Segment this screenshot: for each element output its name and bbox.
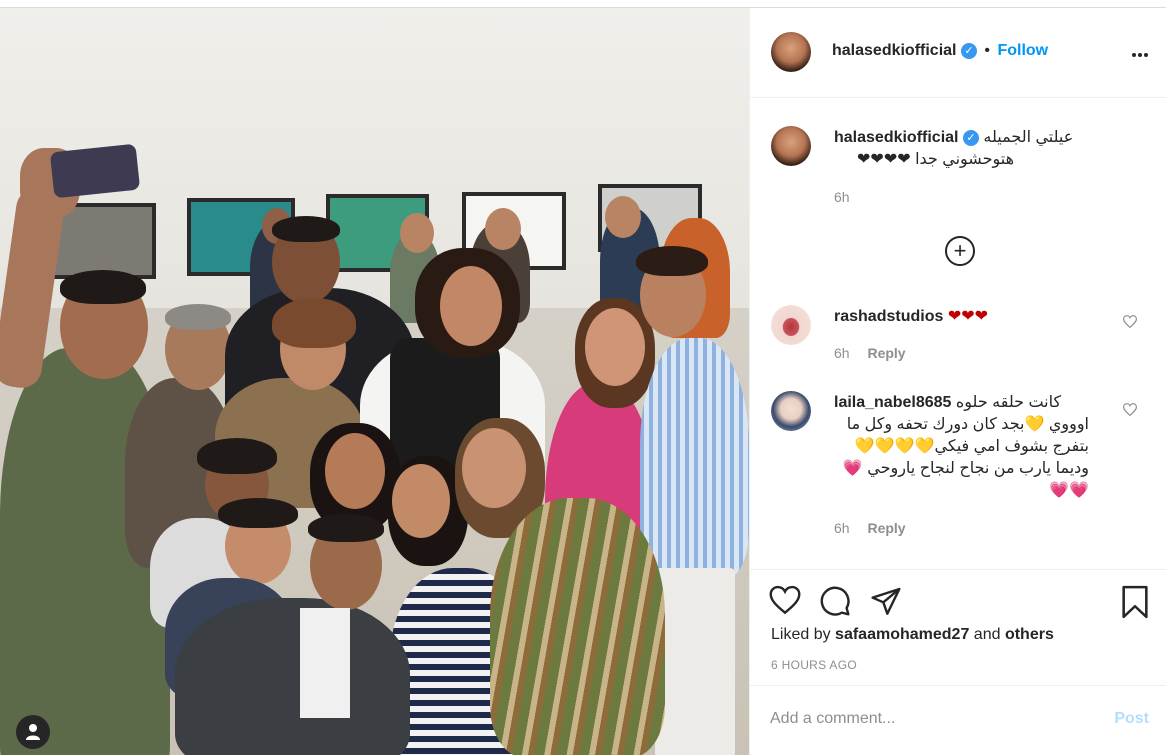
top-border bbox=[0, 0, 1166, 8]
commenter-avatar[interactable] bbox=[771, 391, 811, 431]
commenter-avatar[interactable] bbox=[771, 305, 811, 345]
comment-time[interactable]: 6h bbox=[834, 345, 850, 361]
caption-time[interactable]: 6h bbox=[834, 189, 850, 205]
reply-button[interactable]: Reply bbox=[867, 345, 905, 361]
post-header: halasedkiofficial ✓ • Follow bbox=[750, 8, 1166, 98]
comment-icon[interactable] bbox=[819, 585, 853, 619]
verified-badge-icon: ✓ bbox=[960, 42, 977, 59]
comment-meta: 6h Reply bbox=[834, 520, 906, 536]
liked-by-user[interactable]: safaamohamed27 bbox=[835, 626, 969, 643]
comment-text-line2: اوووي 💛بجد كان دورك تحفه وكل ما bbox=[846, 416, 1089, 433]
send-icon[interactable] bbox=[870, 585, 904, 619]
phone bbox=[49, 143, 141, 199]
author-avatar[interactable] bbox=[771, 32, 811, 72]
liked-by-and: and bbox=[973, 626, 1001, 643]
post-comment-button[interactable]: Post bbox=[1114, 710, 1149, 728]
comment-text-line4: وديما يارب من نجاح لنجاح ياروحي 💗 bbox=[842, 460, 1089, 477]
user-tag-icon[interactable] bbox=[16, 715, 50, 749]
separator-dot: • bbox=[984, 42, 991, 59]
liked-by-prefix: Liked by bbox=[771, 626, 831, 643]
caption-text-line1: عيلتي الجميله bbox=[983, 129, 1074, 146]
post-timestamp[interactable]: 6 HOURS AGO bbox=[771, 658, 857, 672]
caption-text-line2: هتوحشوني جدا ❤❤❤❤ bbox=[857, 151, 1014, 168]
caption-author-avatar[interactable] bbox=[771, 126, 811, 166]
comment-text-line1: كانت حلقه حلوه bbox=[955, 394, 1062, 411]
caption-author[interactable]: halasedkiofficial bbox=[834, 129, 959, 146]
like-comment-heart-icon[interactable] bbox=[1122, 403, 1138, 419]
liked-by-others[interactable]: others bbox=[1005, 626, 1054, 643]
liked-by: Liked by safaamohamed27 and others bbox=[771, 626, 1054, 644]
comment-meta: 6h Reply bbox=[834, 345, 906, 361]
heart-icon[interactable] bbox=[769, 585, 803, 619]
comment-time[interactable]: 6h bbox=[834, 520, 850, 536]
reply-button[interactable]: Reply bbox=[867, 520, 905, 536]
more-options-icon[interactable] bbox=[1131, 38, 1149, 64]
add-comment-bar: Add a comment... Post bbox=[750, 685, 1166, 756]
like-comment-heart-icon[interactable] bbox=[1122, 315, 1138, 331]
post-sidebar: halasedkiofficial ✓ • Follow halasedkiof… bbox=[749, 8, 1166, 755]
post-photo[interactable] bbox=[0, 8, 749, 755]
bookmark-icon[interactable] bbox=[1120, 585, 1154, 619]
comment-text-line3: بتفرج بشوف امي فيكي💛💛💛💛 bbox=[854, 438, 1089, 455]
comment-text: ❤❤❤ bbox=[947, 308, 989, 325]
commenter-username[interactable]: rashadstudios bbox=[834, 308, 943, 325]
load-more-comments-icon[interactable]: + bbox=[945, 236, 975, 266]
comment-text-line5: 💗💗 bbox=[1049, 482, 1089, 499]
follow-button[interactable]: Follow bbox=[997, 42, 1048, 59]
verified-badge-icon: ✓ bbox=[962, 129, 979, 146]
commenter-username[interactable]: laila_nabel8685 bbox=[834, 394, 951, 411]
add-comment-input[interactable]: Add a comment... bbox=[770, 710, 895, 728]
author-username[interactable]: halasedkiofficial bbox=[832, 42, 957, 59]
